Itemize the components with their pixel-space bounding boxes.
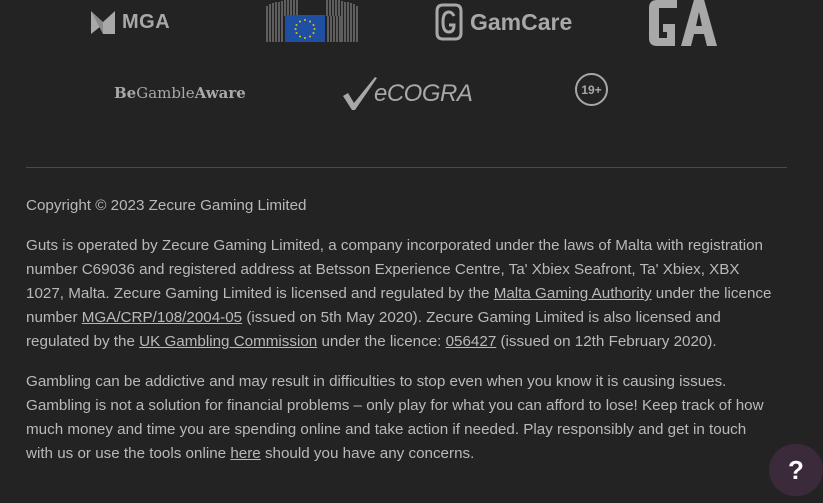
eu-flag-icon	[266, 0, 358, 42]
question-mark-icon: ?	[788, 454, 804, 485]
begambleaware-logo[interactable]: Be Gamble Aware	[114, 84, 246, 102]
bga-aware-text: Aware	[194, 84, 246, 102]
mga-logo[interactable]: MGA	[90, 8, 170, 36]
mga-licence-link[interactable]: MGA/CRP/108/2004-05	[82, 309, 242, 326]
ecogra-logo[interactable]: eCOGRA	[342, 76, 473, 112]
uk-gambling-commission-link[interactable]: UK Gambling Commission	[139, 333, 317, 350]
gamcare-logo[interactable]: GamCare	[433, 2, 572, 42]
gamcare-mark-icon	[435, 3, 463, 41]
bga-be-text: Be	[114, 84, 137, 102]
ecogra-logo-text: eCOGRA	[374, 80, 473, 107]
checkmark-icon	[343, 77, 377, 110]
age-badge-text: 19+	[581, 82, 602, 97]
malta-gaming-authority-link[interactable]: Malta Gaming Authority	[494, 285, 652, 302]
footer-divider	[26, 167, 787, 168]
gamcare-logo-text: GamCare	[470, 8, 573, 35]
ukgc-licence-link[interactable]: 056427	[446, 333, 497, 350]
copyright-text: Copyright © 2023 Zecure Gaming Limited	[26, 197, 307, 214]
licence-paragraph: Guts is operated by Zecure Gaming Limite…	[26, 237, 772, 350]
help-button[interactable]: ?	[769, 444, 823, 496]
mga-mark-icon	[91, 11, 115, 34]
ga-mark-icon	[649, 0, 717, 46]
mga-logo-text: MGA	[122, 10, 171, 33]
responsible-gambling-paragraph: Gambling can be addictive and may result…	[26, 373, 764, 462]
ga-logo[interactable]	[647, 0, 719, 48]
age-19-plus-badge: 19+	[575, 73, 608, 106]
partner-logos: MGA GamCare Be Gamble Aware eCOGRA 19+	[0, 0, 823, 140]
footer-legal-text: Copyright © 2023 Zecure Gaming Limited G…	[26, 194, 776, 482]
bga-gamble-text: Gamble	[136, 84, 195, 102]
tools-here-link[interactable]: here	[230, 445, 260, 462]
eu-logo[interactable]	[265, 0, 359, 44]
